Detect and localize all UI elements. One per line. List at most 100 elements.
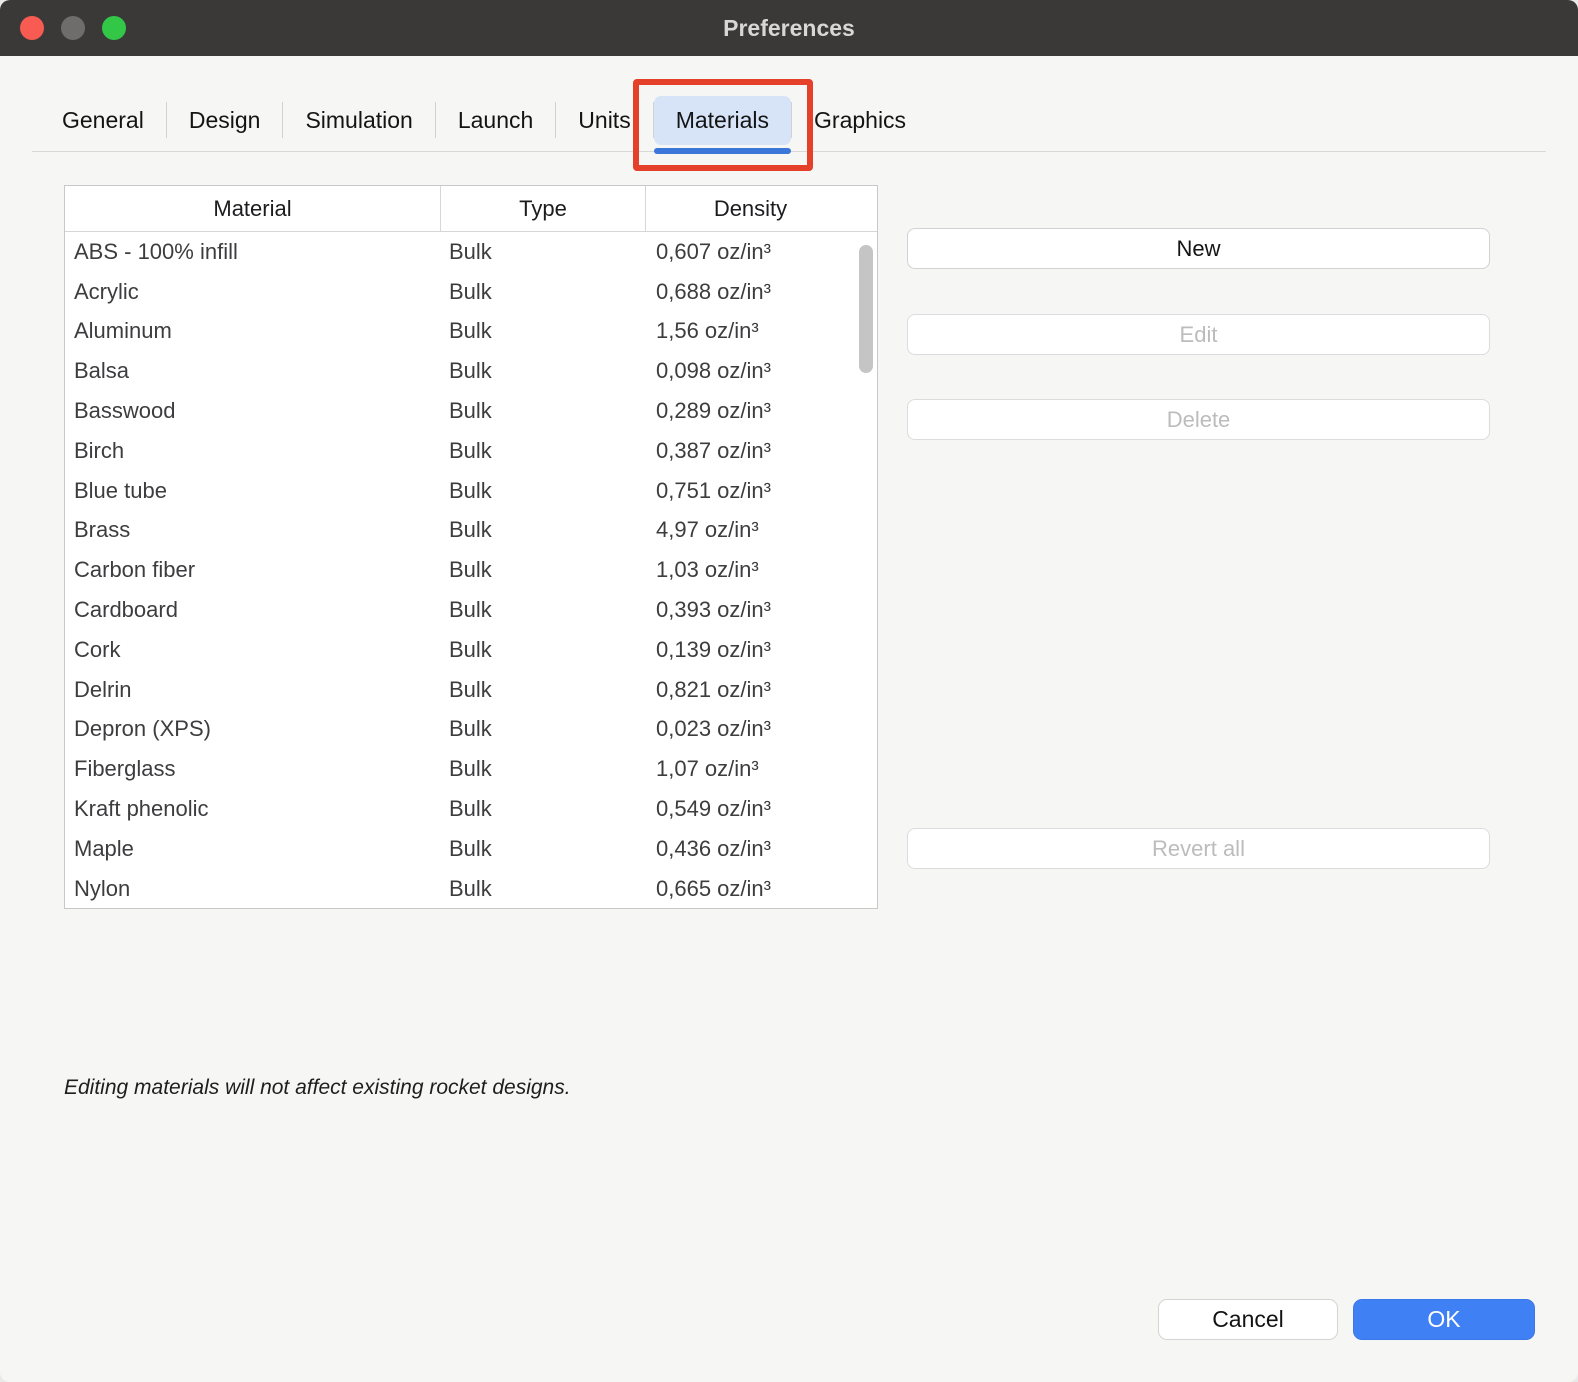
type-cell: Bulk xyxy=(441,876,646,902)
table-row[interactable]: MapleBulk0,436 oz/in³ xyxy=(65,829,877,869)
material-cell: Kraft phenolic xyxy=(65,796,441,822)
table-row[interactable]: Blue tubeBulk0,751 oz/in³ xyxy=(65,471,877,511)
type-cell: Bulk xyxy=(441,557,646,583)
table-row[interactable]: BrassBulk4,97 oz/in³ xyxy=(65,511,877,551)
type-cell: Bulk xyxy=(441,836,646,862)
column-header-material: Material xyxy=(65,186,441,231)
tab-general[interactable]: General xyxy=(40,96,166,145)
table-row[interactable]: CorkBulk0,139 oz/in³ xyxy=(65,630,877,670)
table-row[interactable]: AluminumBulk1,56 oz/in³ xyxy=(65,312,877,352)
density-cell: 0,665 oz/in³ xyxy=(646,876,877,902)
selected-tab-underline xyxy=(654,148,791,154)
material-cell: Carbon fiber xyxy=(65,557,441,583)
column-header-density: Density xyxy=(646,186,855,231)
materials-edit-note: Editing materials will not affect existi… xyxy=(64,1076,571,1100)
minimize-button-icon[interactable] xyxy=(61,16,85,40)
table-row[interactable]: NylonBulk0,665 oz/in³ xyxy=(65,869,877,909)
tab-simulation[interactable]: Simulation xyxy=(283,96,434,145)
type-cell: Bulk xyxy=(441,398,646,424)
tab-launch[interactable]: Launch xyxy=(436,96,555,145)
material-cell: Balsa xyxy=(65,358,441,384)
table-row[interactable]: DelrinBulk0,821 oz/in³ xyxy=(65,670,877,710)
material-cell: ABS - 100% infill xyxy=(65,239,441,265)
material-cell: Delrin xyxy=(65,677,441,703)
close-button-icon[interactable] xyxy=(20,16,44,40)
material-cell: Fiberglass xyxy=(65,756,441,782)
title-bar: Preferences xyxy=(0,0,1578,56)
material-cell: Maple xyxy=(65,836,441,862)
table-row[interactable]: AcrylicBulk0,688 oz/in³ xyxy=(65,272,877,312)
tab-label: Materials xyxy=(676,107,769,133)
type-cell: Bulk xyxy=(441,597,646,623)
ok-button[interactable]: OK xyxy=(1353,1299,1535,1340)
type-cell: Bulk xyxy=(441,756,646,782)
tab-label: General xyxy=(62,107,144,133)
traffic-lights xyxy=(20,16,126,40)
material-cell: Acrylic xyxy=(65,279,441,305)
table-row[interactable]: Carbon fiberBulk1,03 oz/in³ xyxy=(65,550,877,590)
column-header-type: Type xyxy=(441,186,646,231)
materials-table-body: ABS - 100% infillBulk0,607 oz/in³Acrylic… xyxy=(65,232,877,909)
table-row[interactable]: Depron (XPS)Bulk0,023 oz/in³ xyxy=(65,710,877,750)
density-cell: 0,821 oz/in³ xyxy=(646,677,877,703)
scrollbar-track[interactable] xyxy=(855,233,877,908)
tab-label: Simulation xyxy=(305,107,412,133)
cancel-button[interactable]: Cancel xyxy=(1158,1299,1338,1340)
tab-label: Units xyxy=(578,107,630,133)
material-cell: Nylon xyxy=(65,876,441,902)
type-cell: Bulk xyxy=(441,239,646,265)
type-cell: Bulk xyxy=(441,279,646,305)
material-cell: Birch xyxy=(65,438,441,464)
tab-bar: General Design Simulation Launch Units Materi… xyxy=(0,56,1578,152)
density-cell: 0,289 oz/in³ xyxy=(646,398,877,424)
density-cell: 0,387 oz/in³ xyxy=(646,438,877,464)
scrollbar-thumb[interactable] xyxy=(859,245,873,373)
tab-label: Launch xyxy=(458,107,533,133)
window-title: Preferences xyxy=(723,15,855,42)
type-cell: Bulk xyxy=(441,358,646,384)
table-row[interactable]: BirchBulk0,387 oz/in³ xyxy=(65,431,877,471)
density-cell: 1,07 oz/in³ xyxy=(646,756,877,782)
type-cell: Bulk xyxy=(441,478,646,504)
density-cell: 0,393 oz/in³ xyxy=(646,597,877,623)
zoom-button-icon[interactable] xyxy=(102,16,126,40)
density-cell: 0,688 oz/in³ xyxy=(646,279,877,305)
tab-label: Design xyxy=(189,107,261,133)
tab-units[interactable]: Units xyxy=(556,96,652,145)
table-row[interactable]: FiberglassBulk1,07 oz/in³ xyxy=(65,749,877,789)
density-cell: 0,607 oz/in³ xyxy=(646,239,877,265)
density-cell: 4,97 oz/in³ xyxy=(646,517,877,543)
density-cell: 0,023 oz/in³ xyxy=(646,716,877,742)
table-row[interactable]: ABS - 100% infillBulk0,607 oz/in³ xyxy=(65,232,877,272)
type-cell: Bulk xyxy=(441,637,646,663)
tab-graphics[interactable]: Graphics xyxy=(792,96,928,145)
material-cell: Depron (XPS) xyxy=(65,716,441,742)
type-cell: Bulk xyxy=(441,438,646,464)
type-cell: Bulk xyxy=(441,318,646,344)
delete-button[interactable]: Delete xyxy=(907,399,1490,440)
density-cell: 0,751 oz/in³ xyxy=(646,478,877,504)
type-cell: Bulk xyxy=(441,716,646,742)
table-row[interactable]: CardboardBulk0,393 oz/in³ xyxy=(65,590,877,630)
table-row[interactable]: Kraft phenolicBulk0,549 oz/in³ xyxy=(65,789,877,829)
tab-label: Graphics xyxy=(814,107,906,133)
material-cell: Aluminum xyxy=(65,318,441,344)
material-cell: Brass xyxy=(65,517,441,543)
tab-design[interactable]: Design xyxy=(167,96,283,145)
type-cell: Bulk xyxy=(441,517,646,543)
material-cell: Cardboard xyxy=(65,597,441,623)
type-cell: Bulk xyxy=(441,796,646,822)
materials-table: Material Type Density ABS - 100% infillB… xyxy=(64,185,878,909)
table-row[interactable]: BasswoodBulk0,289 oz/in³ xyxy=(65,391,877,431)
edit-button[interactable]: Edit xyxy=(907,314,1490,355)
density-cell: 1,03 oz/in³ xyxy=(646,557,877,583)
material-cell: Cork xyxy=(65,637,441,663)
revert-all-button[interactable]: Revert all xyxy=(907,828,1490,869)
preferences-window: Preferences General Design Simulation Launc… xyxy=(0,0,1578,1382)
density-cell: 0,098 oz/in³ xyxy=(646,358,877,384)
density-cell: 1,56 oz/in³ xyxy=(646,318,877,344)
table-header-row: Material Type Density xyxy=(65,186,877,232)
table-row[interactable]: BalsaBulk0,098 oz/in³ xyxy=(65,351,877,391)
tab-materials[interactable]: Materials xyxy=(654,96,791,145)
new-button[interactable]: New xyxy=(907,228,1490,269)
